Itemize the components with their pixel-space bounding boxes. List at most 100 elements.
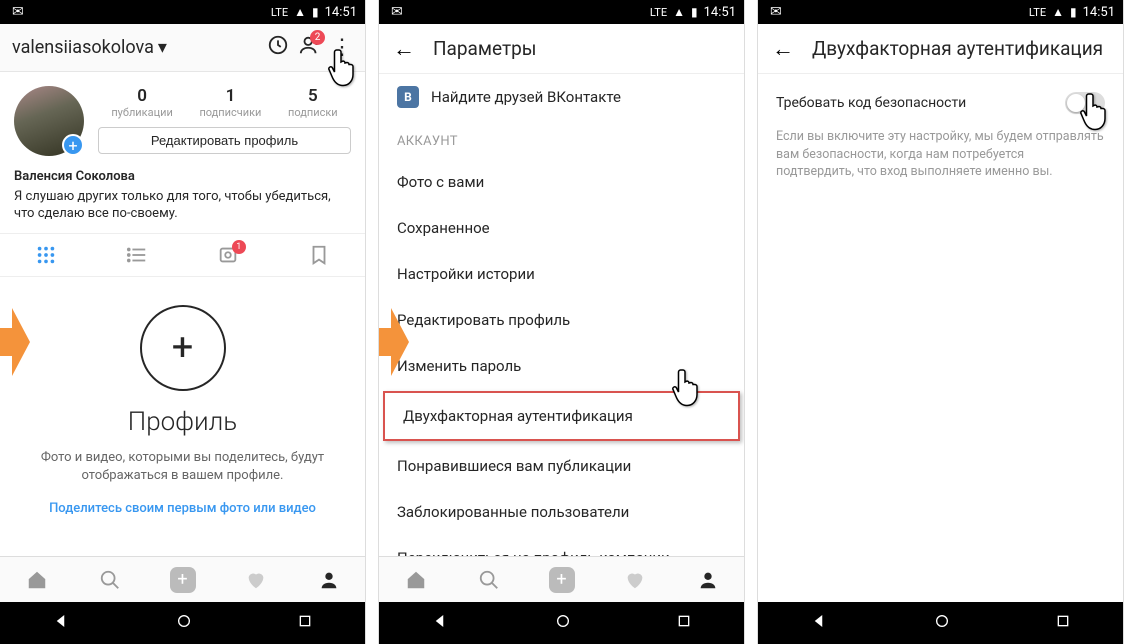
android-recent[interactable] — [676, 613, 692, 633]
nav-search[interactable] — [452, 557, 525, 602]
profile-tabs: 1 — [0, 233, 365, 277]
section-account: АККАУНТ — [379, 120, 744, 159]
android-recent[interactable] — [1055, 613, 1071, 633]
nav-add[interactable]: + — [146, 557, 219, 602]
vk-icon: B — [397, 86, 419, 108]
require-code-toggle[interactable] — [1065, 92, 1105, 114]
tab-tagged[interactable]: 1 — [183, 234, 274, 276]
add-user-icon[interactable]: 2 — [299, 34, 321, 61]
activity-icon[interactable] — [267, 34, 289, 61]
network-icon: LTE — [650, 6, 667, 19]
battery-icon: ▮ — [1070, 5, 1077, 19]
stat-following[interactable]: 5 подписки — [288, 86, 338, 119]
android-nav — [0, 602, 365, 644]
network-icon: LTE — [271, 6, 288, 19]
item-edit-profile[interactable]: Редактировать профиль — [379, 297, 744, 343]
android-nav — [758, 602, 1123, 644]
empty-text: Фото и видео, которыми вы поделитесь, бу… — [30, 449, 335, 485]
android-home[interactable] — [934, 613, 950, 633]
twofa-header: ← Двухфакторная аутентификация — [758, 24, 1123, 74]
tab-grid[interactable] — [0, 234, 91, 276]
tab-list[interactable] — [91, 234, 182, 276]
phone-screen-twofa: ✉ LTE ▲ ▮ 14:51 ← Двухфакторная аутентиф… — [758, 0, 1123, 644]
nav-home[interactable] — [379, 557, 452, 602]
item-blocked-users[interactable]: Заблокированные пользователи — [379, 489, 744, 535]
twofa-body: Требовать код безопасности Если вы включ… — [758, 74, 1123, 356]
add-user-badge: 2 — [310, 30, 325, 45]
battery-icon: ▮ — [691, 5, 698, 19]
item-story-settings[interactable]: Настройки истории — [379, 251, 744, 297]
nav-search[interactable] — [73, 557, 146, 602]
network-icon: LTE — [1029, 6, 1046, 19]
back-arrow-icon[interactable]: ← — [393, 36, 415, 62]
status-bar: ✉ LTE ▲ ▮ 14:51 — [0, 0, 365, 24]
menu-dots-icon[interactable]: ⋮ — [331, 35, 353, 60]
avatar[interactable]: + — [14, 86, 84, 156]
empty-profile-block: + Профиль Фото и видео, которыми вы поде… — [0, 277, 365, 556]
android-back[interactable] — [432, 612, 450, 634]
nav-profile[interactable] — [671, 557, 744, 602]
signal-icon: ▲ — [673, 5, 685, 19]
tagged-badge: 1 — [232, 240, 246, 254]
add-story-icon[interactable]: + — [62, 134, 84, 156]
mail-icon: ✉ — [12, 4, 24, 20]
guide-arrow-icon — [379, 308, 409, 376]
guide-arrow-icon — [0, 308, 30, 376]
nav-profile[interactable] — [292, 557, 365, 602]
nav-home[interactable] — [0, 557, 73, 602]
nav-add[interactable]: + — [525, 557, 598, 602]
nav-likes[interactable] — [598, 557, 671, 602]
status-bar: ✉ LTE ▲ ▮ 14:51 — [758, 0, 1123, 24]
mail-icon: ✉ — [770, 4, 782, 20]
profile-header: valensiiasokolova ▾ 2 ⋮ — [0, 24, 365, 72]
android-back[interactable] — [53, 612, 71, 634]
phone-screen-profile: ✉ LTE ▲ ▮ 14:51 valensiiasokolova ▾ 2 ⋮ … — [0, 0, 365, 644]
vk-label: Найдите друзей ВКонтакте — [431, 88, 621, 106]
signal-icon: ▲ — [294, 5, 306, 19]
item-two-factor-auth[interactable]: Двухфакторная аутентификация — [383, 391, 740, 441]
status-time: 14:51 — [1083, 5, 1115, 20]
android-back[interactable] — [811, 612, 829, 634]
status-bar: ✉ LTE ▲ ▮ 14:51 — [379, 0, 744, 24]
bio-block: Валенсия Соколова Я слушаю других только… — [0, 162, 365, 233]
empty-title: Профиль — [128, 407, 237, 437]
settings-title: Параметры — [433, 37, 537, 60]
battery-icon: ▮ — [312, 5, 319, 19]
item-change-password[interactable]: Изменить пароль — [379, 343, 744, 389]
settings-header: ← Параметры — [379, 24, 744, 74]
bottom-nav: + — [379, 556, 744, 602]
back-arrow-icon[interactable]: ← — [772, 36, 794, 62]
stat-posts[interactable]: 0 публикации — [111, 86, 173, 119]
stat-followers[interactable]: 1 подписчики — [199, 86, 261, 119]
android-nav — [379, 602, 744, 644]
android-recent[interactable] — [297, 613, 313, 633]
item-switch-business[interactable]: Переключиться на профиль компании — [379, 535, 744, 556]
twofa-description: Если вы включите эту настройку, мы будем… — [776, 128, 1105, 181]
bio-text: Я слушаю других только для того, чтобы у… — [14, 188, 351, 223]
display-name: Валенсия Соколова — [14, 168, 351, 186]
status-time: 14:51 — [704, 5, 736, 20]
mail-icon: ✉ — [391, 4, 403, 20]
item-photos-of-you[interactable]: Фото с вами — [379, 159, 744, 205]
item-liked-posts[interactable]: Понравившиеся вам публикации — [379, 443, 744, 489]
android-home[interactable] — [555, 613, 571, 633]
chevron-down-icon: ▾ — [158, 37, 167, 58]
find-vk-friends-item[interactable]: B Найдите друзей ВКонтакте — [379, 74, 744, 120]
nav-likes[interactable] — [219, 557, 292, 602]
android-home[interactable] — [176, 613, 192, 633]
require-code-label: Требовать код безопасности — [776, 95, 966, 111]
add-photo-circle-icon[interactable]: + — [140, 305, 226, 391]
twofa-title: Двухфакторная аутентификация — [812, 37, 1103, 60]
username-text: valensiiasokolova — [12, 37, 154, 58]
tab-saved[interactable] — [274, 234, 365, 276]
share-first-link[interactable]: Поделитесь своим первым фото или видео — [49, 501, 316, 516]
profile-stats-block: + 0 публикации 1 подписчики 5 подписки Р… — [0, 72, 365, 162]
bottom-nav: + — [0, 556, 365, 602]
signal-icon: ▲ — [1052, 5, 1064, 19]
username-dropdown[interactable]: valensiiasokolova ▾ — [12, 37, 167, 58]
settings-list[interactable]: B Найдите друзей ВКонтакте АККАУНТ Фото … — [379, 74, 744, 556]
status-time: 14:51 — [325, 5, 357, 20]
edit-profile-button[interactable]: Редактировать профиль — [98, 127, 351, 154]
item-saved[interactable]: Сохраненное — [379, 205, 744, 251]
phone-screen-settings: ✉ LTE ▲ ▮ 14:51 ← Параметры B Найдите др… — [379, 0, 744, 644]
